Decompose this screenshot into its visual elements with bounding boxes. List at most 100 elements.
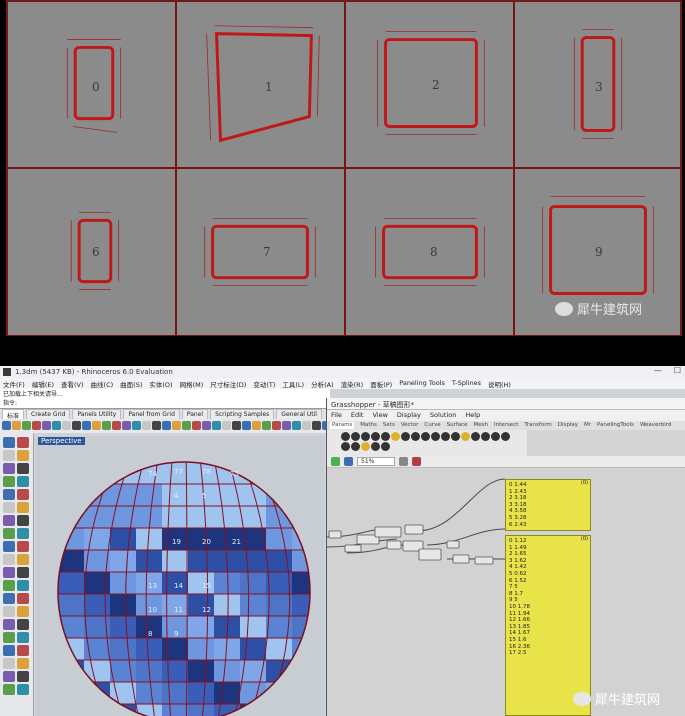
toolbar-tool-icon[interactable] <box>192 421 201 430</box>
toolbar-tool-icon[interactable] <box>52 421 61 430</box>
side-tool-icon[interactable] <box>3 684 15 695</box>
toolbar-tool-icon[interactable] <box>62 421 71 430</box>
side-tool-icon[interactable] <box>17 606 29 617</box>
side-tool-icon[interactable] <box>17 450 29 461</box>
menu-item[interactable]: T-Splines <box>452 379 481 388</box>
menu-item[interactable]: 分析(A) <box>311 379 334 389</box>
save-icon[interactable] <box>331 457 340 466</box>
side-tool-icon[interactable] <box>17 489 29 500</box>
menu-item[interactable]: 面板(P) <box>370 379 392 389</box>
gh-component-icon[interactable] <box>461 432 470 441</box>
gh-component-icon[interactable] <box>421 432 430 441</box>
gh-tab[interactable]: Surface <box>447 422 468 429</box>
menu-item[interactable]: 尺寸标注(D) <box>210 379 246 389</box>
menu-item[interactable]: 变动(T) <box>253 379 275 389</box>
toolbar-tool-icon[interactable] <box>132 421 141 430</box>
side-tool-icon[interactable] <box>3 541 15 552</box>
tab-panels-utility[interactable]: Panels Utility <box>72 409 122 419</box>
toolbar-tool-icon[interactable] <box>222 421 231 430</box>
side-tool-icon[interactable] <box>17 632 29 643</box>
gh-component-icon[interactable] <box>351 442 360 451</box>
menu-item[interactable]: 工具(L) <box>282 379 304 389</box>
side-tool-icon[interactable] <box>3 554 15 565</box>
side-tool-icon[interactable] <box>3 502 15 513</box>
gh-component-icon[interactable] <box>341 432 350 441</box>
gh-component-icon[interactable] <box>451 432 460 441</box>
toolbar-tool-icon[interactable] <box>152 421 161 430</box>
gh-component-icon[interactable] <box>371 432 380 441</box>
gh-component-icon[interactable] <box>381 442 390 451</box>
gh-component-icon[interactable] <box>471 432 480 441</box>
side-tool-icon[interactable] <box>3 450 15 461</box>
tab-standard[interactable]: 标准 <box>2 409 25 419</box>
toolbar-tool-icon[interactable] <box>102 421 111 430</box>
side-tool-icon[interactable] <box>3 619 15 630</box>
side-tool-icon[interactable] <box>17 645 29 656</box>
toolbar-tool-icon[interactable] <box>82 421 91 430</box>
gh-menu-file[interactable]: File <box>331 411 342 420</box>
toolbar-tool-icon[interactable] <box>282 421 291 430</box>
paint-icon[interactable] <box>412 457 421 466</box>
gh-tab[interactable]: Maths <box>360 422 377 429</box>
toolbar-tool-icon[interactable] <box>262 421 271 430</box>
toolbar-tool-icon[interactable] <box>182 421 191 430</box>
side-tool-icon[interactable] <box>3 658 15 669</box>
side-tool-icon[interactable] <box>17 619 29 630</box>
side-tool-icon[interactable] <box>17 463 29 474</box>
side-tool-icon[interactable] <box>3 671 15 682</box>
gh-menu-edit[interactable]: Edit <box>351 411 364 420</box>
tab-panel[interactable]: Panel <box>181 409 209 419</box>
side-tool-icon[interactable] <box>3 567 15 578</box>
gh-component-icon[interactable] <box>491 432 500 441</box>
toolbar-tool-icon[interactable] <box>12 421 21 430</box>
side-tool-icon[interactable] <box>3 463 15 474</box>
toolbar-tool-icon[interactable] <box>202 421 211 430</box>
toolbar-tool-icon[interactable] <box>292 421 301 430</box>
side-tool-icon[interactable] <box>17 541 29 552</box>
zoom-field[interactable]: 51% <box>357 457 395 466</box>
toolbar-tool-icon[interactable] <box>32 421 41 430</box>
maximize-icon[interactable]: ☐ <box>674 366 681 375</box>
side-tool-icon[interactable] <box>3 606 15 617</box>
side-tool-icon[interactable] <box>17 658 29 669</box>
gh-tab[interactable]: Display <box>558 422 578 429</box>
tab-panel-from-grid[interactable]: Panel from Grid <box>123 409 180 419</box>
gh-tab[interactable]: Mesh <box>474 422 488 429</box>
side-tool-icon[interactable] <box>17 437 29 448</box>
toolbar-tool-icon[interactable] <box>42 421 51 430</box>
gh-component-icon[interactable] <box>501 432 510 441</box>
gh-component-icon[interactable] <box>391 432 400 441</box>
toolbar-tool-icon[interactable] <box>22 421 31 430</box>
gh-tab[interactable]: Curve <box>424 422 440 429</box>
side-tool-icon[interactable] <box>17 502 29 513</box>
menu-item[interactable]: 编辑(E) <box>32 379 54 389</box>
minimize-icon[interactable]: — <box>654 366 662 375</box>
side-tool-icon[interactable] <box>3 489 15 500</box>
gh-component-icon[interactable] <box>381 432 390 441</box>
side-tool-icon[interactable] <box>17 554 29 565</box>
side-tool-icon[interactable] <box>3 437 15 448</box>
toolbar-tool-icon[interactable] <box>142 421 151 430</box>
gh-tab[interactable]: Vector <box>401 422 419 429</box>
side-tool-icon[interactable] <box>17 567 29 578</box>
toolbar-tool-icon[interactable] <box>242 421 251 430</box>
toolbar-tool-icon[interactable] <box>302 421 311 430</box>
toolbar-tool-icon[interactable] <box>92 421 101 430</box>
side-tool-icon[interactable] <box>17 515 29 526</box>
gh-tab[interactable]: Mr <box>584 422 591 429</box>
gh-panel-output-1[interactable]: (0) 0 1.44 1 2.43 2 3.18 3 3.18 4 3.58 5 3.28… <box>505 479 591 531</box>
tab-create-grid[interactable]: Create Grid <box>26 409 71 419</box>
gh-component-icon[interactable] <box>481 432 490 441</box>
side-tool-icon[interactable] <box>3 515 15 526</box>
menu-item[interactable]: Paneling Tools <box>399 379 445 388</box>
gh-component-icon[interactable] <box>361 432 370 441</box>
side-tool-icon[interactable] <box>3 593 15 604</box>
menu-item[interactable]: 说明(H) <box>488 379 511 389</box>
gh-component-icon[interactable] <box>431 432 440 441</box>
gh-tab[interactable]: PanelingTools <box>597 422 634 429</box>
gh-tab[interactable]: Sets <box>383 422 395 429</box>
toolbar-tool-icon[interactable] <box>252 421 261 430</box>
toolbar-tool-icon[interactable] <box>162 421 171 430</box>
side-tool-icon[interactable] <box>3 645 15 656</box>
gh-tab[interactable]: Transform <box>524 422 551 429</box>
